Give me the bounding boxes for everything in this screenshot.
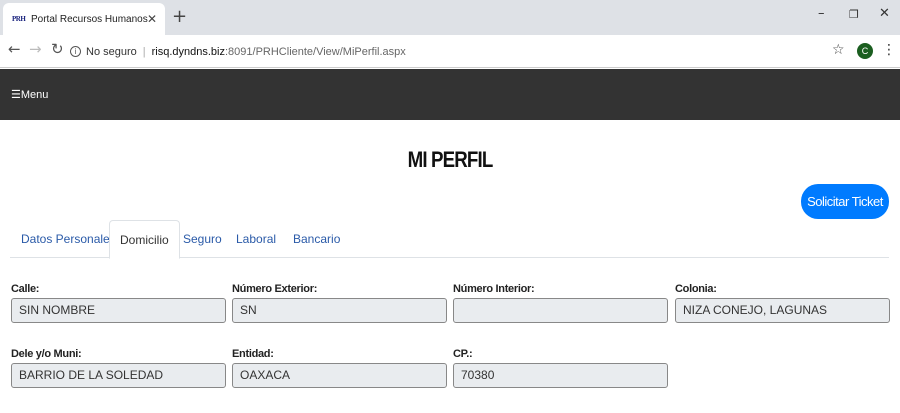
restore-icon[interactable]: ❐ (849, 8, 859, 21)
cp-field[interactable]: 70380 (453, 363, 668, 388)
security-label: No seguro (86, 45, 137, 58)
profile-avatar[interactable]: C (857, 43, 873, 59)
reload-icon[interactable]: ↻ (51, 40, 64, 58)
numero-interior-field[interactable] (453, 298, 668, 323)
info-icon[interactable]: i (70, 46, 81, 57)
calle-field[interactable]: SIN NOMBRE (11, 298, 226, 323)
municipio-label: Dele y/o Muni: (11, 348, 82, 360)
minimize-icon[interactable]: – (818, 6, 825, 21)
site-favicon-icon: PRH (12, 15, 26, 23)
bookmark-star-icon[interactable]: ☆ (832, 42, 845, 58)
municipio-field[interactable]: BARRIO DE LA SOLEDAD (11, 363, 226, 388)
numero-exterior-field[interactable]: SN (232, 298, 447, 323)
tab-close-icon[interactable]: ✕ (147, 12, 157, 26)
numero-interior-label: Número Interior: (453, 283, 535, 295)
new-tab-icon[interactable]: + (172, 6, 187, 27)
browser-tab[interactable]: PRH Portal Recursos Humanos ✕ (3, 3, 165, 35)
window-close-icon[interactable]: ✕ (879, 6, 890, 21)
solicitar-ticket-button[interactable]: Solicitar Ticket (801, 184, 889, 219)
calle-label: Calle: (11, 283, 40, 295)
page-title: MI PERFIL (407, 147, 494, 172)
address-separator: | (142, 45, 146, 58)
address-bar[interactable]: i No seguro | risq.dyndns.biz:8091/PRHCl… (70, 39, 852, 64)
tab-seguro[interactable]: Seguro (173, 220, 232, 258)
numero-exterior-label: Número Exterior: (232, 283, 318, 295)
entidad-field[interactable]: OAXACA (232, 363, 447, 388)
tab-domicilio[interactable]: Domicilio (109, 220, 180, 259)
url-host: risq.dyndns.biz (151, 45, 225, 58)
menu-button[interactable]: ☰Menu (11, 88, 48, 101)
browser-toolbar: ← → ↻ i No seguro | risq.dyndns.biz:8091… (0, 35, 900, 68)
url-path: :8091/PRHCliente/View/MiPerfil.aspx (225, 45, 406, 58)
cp-label: CP.: (453, 348, 473, 360)
tab-laboral[interactable]: Laboral (226, 220, 286, 258)
forward-arrow-icon[interactable]: → (29, 40, 42, 58)
tab-bancario[interactable]: Bancario (283, 220, 350, 258)
site-navbar: ☰Menu (0, 69, 900, 120)
profile-tabs: Datos Personales Domicilio Seguro Labora… (10, 220, 889, 259)
browser-tab-title: Portal Recursos Humanos (31, 13, 148, 25)
back-arrow-icon[interactable]: ← (8, 40, 21, 58)
browser-tabstrip: PRH Portal Recursos Humanos ✕ + – ❐ ✕ (0, 0, 900, 35)
colonia-field[interactable]: NIZA CONEJO, LAGUNAS (675, 298, 890, 323)
browser-menu-icon[interactable]: ⋮ (882, 42, 896, 58)
entidad-label: Entidad: (232, 348, 274, 360)
colonia-label: Colonia: (675, 283, 717, 295)
